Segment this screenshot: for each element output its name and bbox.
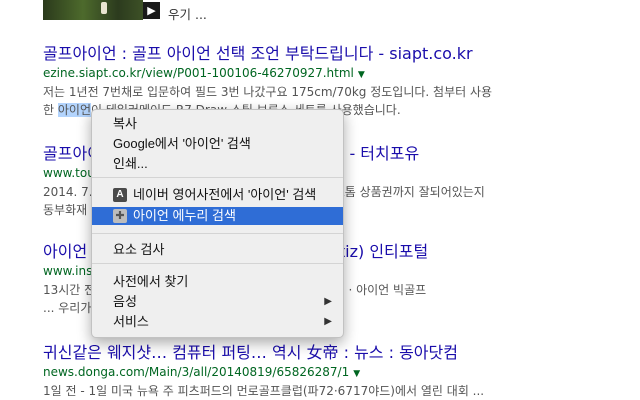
submenu-arrow-icon: ▶: [324, 296, 332, 307]
video-caption: 우기 ...: [168, 7, 207, 22]
menu-separator: [92, 177, 343, 178]
menu-item-enuri-search[interactable]: ✚ 아이언 에누리 검색: [92, 207, 343, 225]
play-icon[interactable]: ▶: [143, 2, 160, 19]
result-url: ezine.siapt.co.kr/view/P001-100106-46270…: [43, 65, 640, 83]
menu-item-label: 인쇄...: [113, 156, 148, 171]
result-title-link[interactable]: 귀신같은 웨지샷… 컴퓨터 퍼팅… 역시 女帝 : 뉴스 : 동아닷컴: [43, 343, 640, 363]
menu-item-copy[interactable]: 복사: [92, 115, 343, 133]
snippet-text: 한: [43, 103, 58, 117]
url-dropdown-caret-icon[interactable]: ▼: [358, 70, 365, 80]
result-url-text[interactable]: ezine.siapt.co.kr/view/P001-100106-46270…: [43, 66, 354, 80]
snippet-line: 저는 1년전 7번채로 입문하여 필드 3번 나갔구요 175cm/70kg 정…: [43, 85, 493, 99]
search-result-4: 귀신같은 웨지샷… 컴퓨터 퍼팅… 역시 女帝 : 뉴스 : 동아닷컴 news…: [43, 343, 640, 400]
menu-separator: [92, 233, 343, 234]
menu-separator: [92, 263, 343, 264]
video-thumbnail[interactable]: [43, 0, 143, 20]
result-snippet: 1일 전 - 1일 미국 뉴욕 주 피츠퍼드의 먼로골프클럽(파72·6717야…: [43, 382, 640, 400]
menu-item-label: 사전에서 찾기: [113, 274, 189, 289]
menu-item-naver-dictionary[interactable]: A 네이버 영어사전에서 '아이언' 검색: [92, 186, 343, 204]
menu-item-inspect-element[interactable]: 요소 검사: [92, 241, 343, 259]
menu-item-label: 아이언 에누리 검색: [133, 208, 236, 223]
menu-item-google-search[interactable]: Google에서 '아이언' 검색: [92, 135, 343, 153]
golfer-figure: [101, 2, 107, 14]
extension-puzzle-icon: ✚: [113, 209, 127, 223]
menu-item-label: 서비스: [113, 314, 149, 329]
submenu-arrow-icon: ▶: [324, 316, 332, 327]
menu-item-print[interactable]: 인쇄...: [92, 155, 343, 173]
menu-item-label: 네이버 영어사전에서 '아이언' 검색: [133, 187, 317, 202]
menu-item-label: 음성: [113, 294, 137, 309]
dictionary-icon: A: [113, 188, 127, 202]
selected-text-highlight[interactable]: 아이언: [57, 103, 91, 117]
menu-item-speech[interactable]: 음성 ▶: [92, 293, 343, 311]
video-thumbnail-row: ▶ 우기 ...: [0, 0, 640, 22]
result-title-link[interactable]: 골프아이언 : 골프 아이언 선택 조언 부탁드립니다 - siapt.co.k…: [43, 44, 640, 64]
url-dropdown-caret-icon[interactable]: ▼: [353, 369, 360, 379]
menu-item-services[interactable]: 서비스 ▶: [92, 313, 343, 331]
result-url: news.donga.com/Main/3/all/20140819/65826…: [43, 364, 640, 382]
menu-item-lookup-dictionary[interactable]: 사전에서 찾기: [92, 273, 343, 291]
search-result-1: 골프아이언 : 골프 아이언 선택 조언 부탁드립니다 - siapt.co.k…: [43, 44, 640, 119]
context-menu: 복사 Google에서 '아이언' 검색 인쇄... A 네이버 영어사전에서 …: [91, 109, 344, 338]
menu-item-label: 복사: [113, 116, 137, 131]
result-url-text[interactable]: news.donga.com/Main/3/all/20140819/65826…: [43, 365, 349, 379]
menu-item-label: 요소 검사: [113, 242, 165, 257]
menu-item-label: Google에서 '아이언' 검색: [113, 136, 251, 151]
snippet-line: 1일 전 - 1일 미국 뉴욕 주 피츠퍼드의 먼로골프클럽(파72·6717야…: [43, 384, 485, 398]
